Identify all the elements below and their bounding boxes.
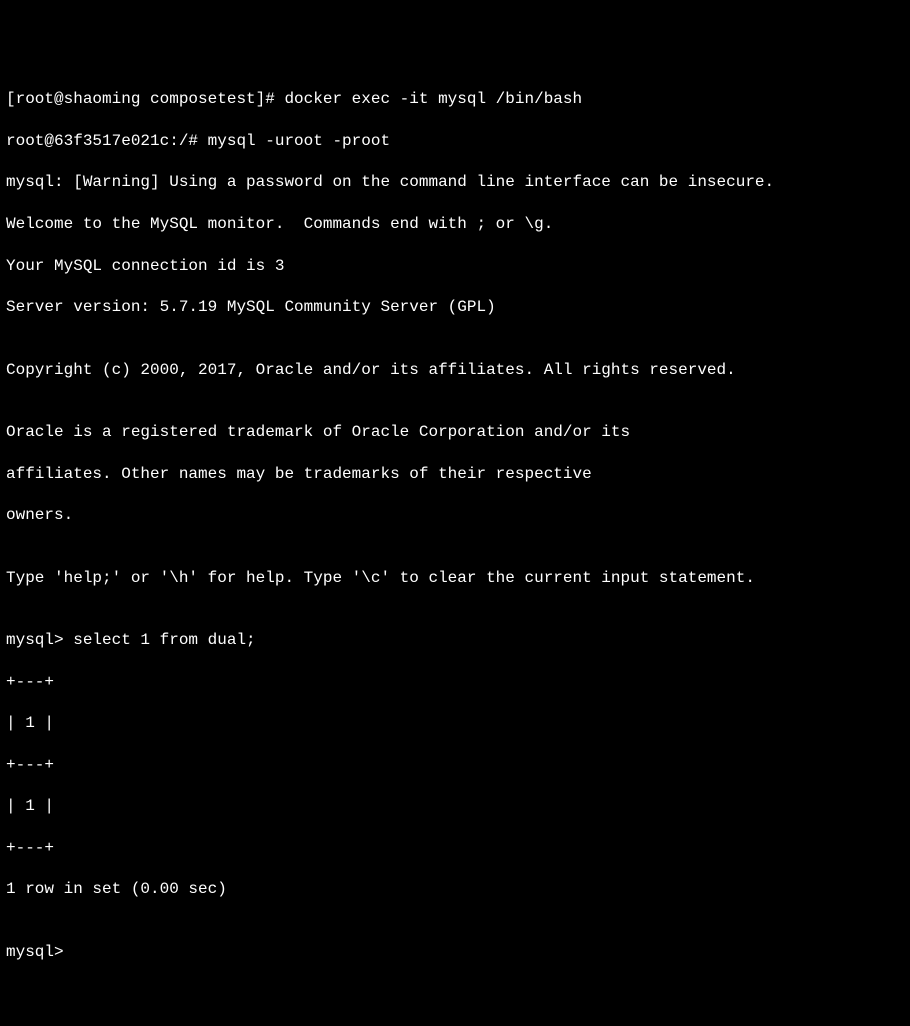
shell-prompt-container[interactable]: root@63f3517e021c:/# mysql -uroot -proot [6, 131, 904, 152]
table-border-top: +---+ [6, 672, 904, 693]
table-border-mid: +---+ [6, 755, 904, 776]
mysql-prompt[interactable]: mysql> [6, 942, 904, 963]
mysql-connection-id: Your MySQL connection id is 3 [6, 256, 904, 277]
mysql-warning: mysql: [Warning] Using a password on the… [6, 172, 904, 193]
shell-prompt-host[interactable]: [root@shaoming composetest]# docker exec… [6, 89, 904, 110]
mysql-query-input[interactable]: mysql> select 1 from dual; [6, 630, 904, 651]
mysql-trademark-2: affiliates. Other names may be trademark… [6, 464, 904, 485]
table-data-row: | 1 | [6, 796, 904, 817]
mysql-trademark-1: Oracle is a registered trademark of Orac… [6, 422, 904, 443]
table-header-row: | 1 | [6, 713, 904, 734]
mysql-trademark-3: owners. [6, 505, 904, 526]
table-border-bottom: +---+ [6, 838, 904, 859]
mysql-copyright: Copyright (c) 2000, 2017, Oracle and/or … [6, 360, 904, 381]
mysql-server-version: Server version: 5.7.19 MySQL Community S… [6, 297, 904, 318]
mysql-help-hint: Type 'help;' or '\h' for help. Type '\c'… [6, 568, 904, 589]
mysql-welcome: Welcome to the MySQL monitor. Commands e… [6, 214, 904, 235]
mysql-result-summary: 1 row in set (0.00 sec) [6, 879, 904, 900]
